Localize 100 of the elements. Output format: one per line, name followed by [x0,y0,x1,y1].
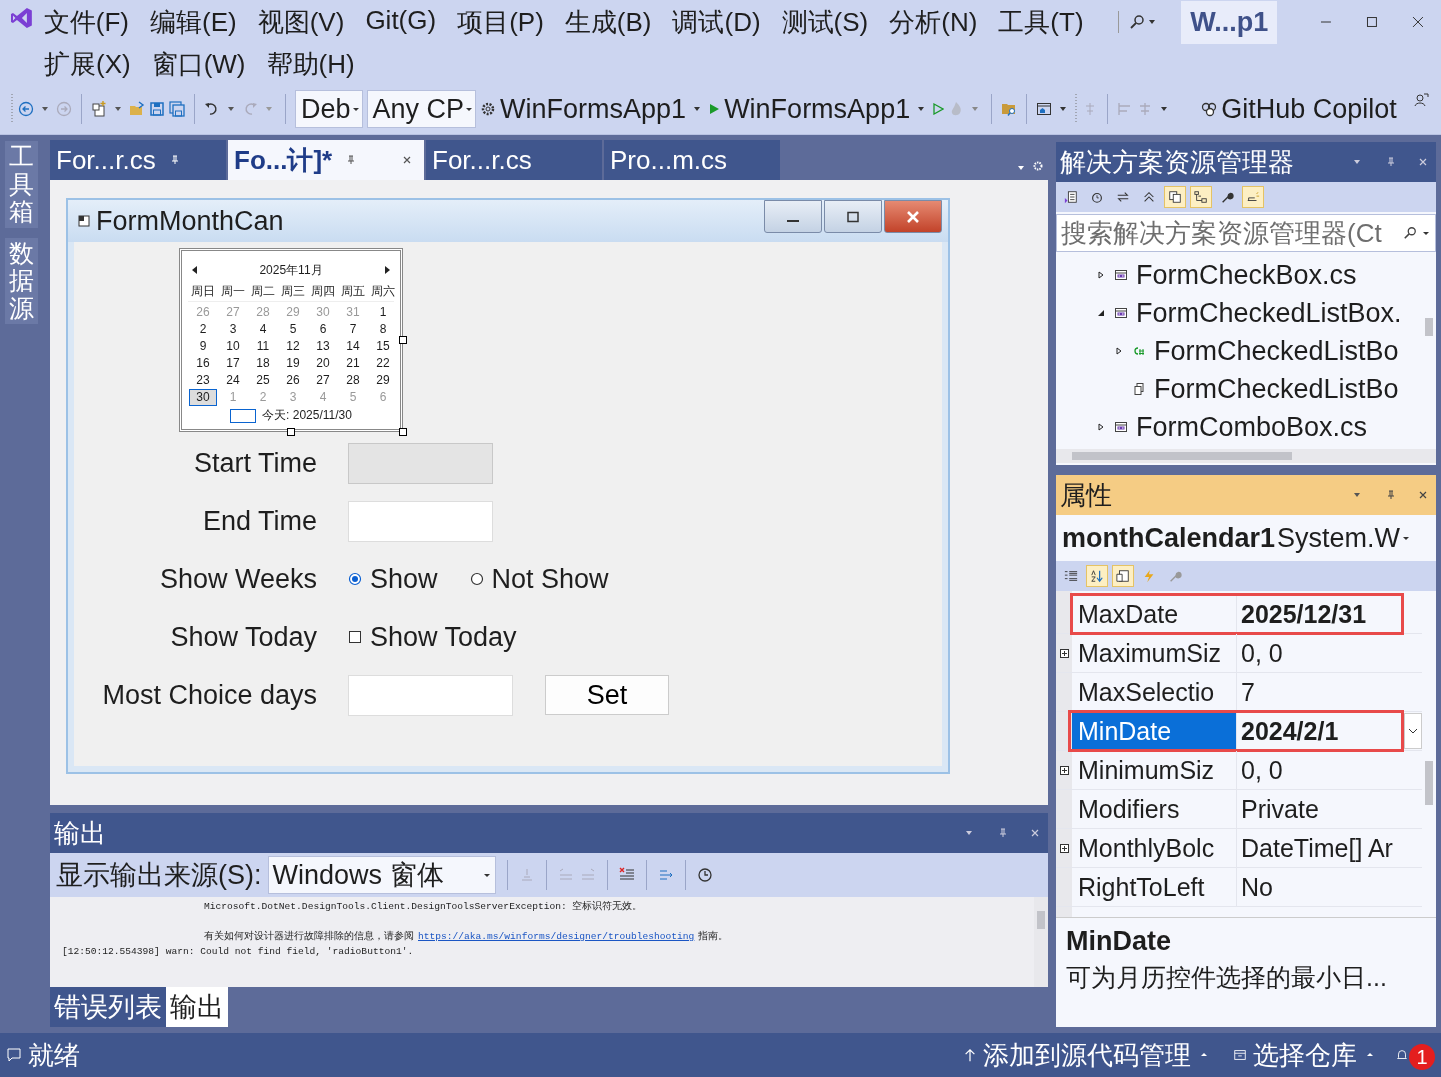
platform-dropdown[interactable]: Any CP [366,90,477,128]
property-value[interactable]: DateTime[] Ar [1237,829,1404,867]
menu-item[interactable]: 窗口(W) [151,46,246,82]
checkbox-icon[interactable] [348,630,362,644]
resize-handle[interactable] [399,428,407,436]
caret-icon[interactable] [1422,229,1430,237]
resize-handle[interactable] [399,336,407,344]
calendar-day[interactable]: 18 [248,356,278,371]
configuration-dropdown[interactable]: Deb [295,90,363,128]
calendar-day[interactable]: 14 [338,339,368,354]
folder-search-icon[interactable] [1001,101,1018,117]
play-outline-icon[interactable] [932,103,945,115]
text-input[interactable] [348,500,493,542]
radio-selected-icon[interactable] [348,572,362,586]
close-icon[interactable] [1418,490,1428,500]
scrollbar[interactable] [1056,449,1436,463]
close-icon[interactable] [1411,15,1425,29]
property-name[interactable]: Modifiers [1072,790,1237,828]
property-value[interactable]: Private [1237,790,1404,828]
alphabetical-toggle[interactable] [1086,565,1108,587]
text-input[interactable] [348,674,513,716]
menu-item[interactable]: 生成(B) [564,4,652,40]
save-all-icon[interactable] [169,101,185,117]
collapsed-arrow-icon[interactable] [1097,423,1105,431]
document-tab[interactable]: Fo...计]* [228,140,424,180]
property-name[interactable]: RightToLeft [1072,868,1237,906]
expand-icon[interactable] [1059,843,1069,853]
property-name[interactable]: MaximumSiz [1072,634,1237,672]
overflow-icon[interactable] [1160,105,1169,113]
play-icon[interactable] [708,103,721,115]
calendar-day[interactable]: 10 [218,339,248,354]
calendar-day[interactable]: 6 [308,322,338,337]
calendar-day[interactable]: 5 [278,322,308,337]
side-tab[interactable]: 工具箱 [4,141,38,228]
gear-icon[interactable] [1032,160,1044,172]
calendar-day[interactable]: 27 [308,373,338,388]
calendar-day[interactable]: 23 [188,373,218,388]
calendar-day[interactable]: 17 [218,356,248,371]
calendar-day[interactable]: 12 [278,339,308,354]
overflow-icon[interactable] [1059,105,1068,113]
expand-icon[interactable] [1059,765,1069,775]
today-link[interactable]: 今天: 2025/11/30 [262,407,352,424]
menu-item[interactable]: 文件(F) [43,4,130,40]
property-name[interactable]: MaxSelectio [1072,673,1237,711]
source-dropdown[interactable]: Windows 窗体 [267,856,496,894]
calendar-day[interactable]: 21 [338,356,368,371]
object-selector[interactable]: monthCalendar1System.W [1056,515,1436,561]
maximize-icon[interactable] [1365,15,1380,29]
pin-icon[interactable] [1386,490,1396,500]
document-tab[interactable]: Pro...m.cs [604,140,780,180]
clock-icon[interactable] [696,867,713,883]
calendar-day[interactable]: 13 [308,339,338,354]
save-icon[interactable] [149,101,165,117]
copilot-button[interactable]: GitHub Copilot [1221,93,1397,125]
calendar-day[interactable]: 4 [248,322,278,337]
radio-icon[interactable] [469,572,484,586]
search-icon[interactable] [1129,14,1146,30]
property-value[interactable]: 0, 0 [1237,751,1404,789]
radio-option[interactable]: Not Show [469,563,609,595]
menu-item[interactable]: Git(G) [365,4,437,40]
property-value[interactable]: No [1237,868,1404,906]
tree-item[interactable]: FormCheckedListBox. [1136,297,1402,329]
calendar-day[interactable]: 22 [368,356,398,371]
window-icon[interactable] [1036,101,1053,117]
caret-icon[interactable] [917,105,926,113]
checkbox-option[interactable]: Show Today [348,621,517,653]
caret-icon[interactable] [1366,1051,1374,1059]
minimize-button[interactable] [764,200,822,233]
calendar-day[interactable]: 2 [188,322,218,337]
set-button[interactable]: Set [545,675,669,715]
collapsed-arrow-icon[interactable] [1115,347,1123,355]
clear-all-icon[interactable] [618,867,635,883]
pin-icon[interactable] [169,155,180,165]
document-tab[interactable]: For...r.cs [426,140,602,180]
search-icon[interactable] [1403,226,1417,240]
expanded-arrow-icon[interactable] [1097,309,1105,317]
tree-item[interactable]: FormCheckedListBo [1154,373,1399,405]
source-control-button[interactable]: 添加到源代码管理 [983,1037,1191,1073]
calendar-day[interactable]: 8 [368,322,398,337]
close-icon[interactable] [402,155,412,165]
month-calendar[interactable]: 2025年11月 周日 周一 周二 周三 周四 周五 周六 26 27 28 29 30 31 1 2 3 4 5 6 7 8 9 10 11 12 13 14 15 16 17 18 19 20 21 22 23 24 25 26 27 28 29 30 1 2 3 4 5 6 今天: 2025/11/30 [179,248,403,432]
tree-item[interactable]: FormCheckedListBo [1154,335,1399,367]
caret-icon[interactable] [1200,1051,1208,1059]
menu-item[interactable]: 视图(V) [257,4,345,40]
menu-item[interactable]: 扩展(X) [44,46,131,82]
property-name[interactable]: MaxDate [1072,595,1237,633]
radio-option[interactable]: Show [348,563,438,595]
troubleshooting-link[interactable]: https://aka.ms/winforms/designer/troubleshooting [418,931,695,942]
side-tab[interactable]: 数据源 [4,237,38,324]
calendar-day[interactable]: 9 [188,339,218,354]
calendar-day[interactable]: 15 [368,339,398,354]
calendar-day[interactable]: 26 [278,373,308,388]
menu-item[interactable]: 帮助(H) [266,46,355,82]
calendar-day[interactable]: 11 [248,339,278,354]
back-icon[interactable] [18,101,34,117]
repository-button[interactable]: 选择仓库 [1253,1037,1357,1073]
calendar-day[interactable]: 1 [368,305,398,320]
property-name[interactable]: MinDate [1072,712,1237,750]
calendar-month[interactable]: 2025年11月 [259,261,323,279]
resize-handle[interactable] [287,428,295,436]
